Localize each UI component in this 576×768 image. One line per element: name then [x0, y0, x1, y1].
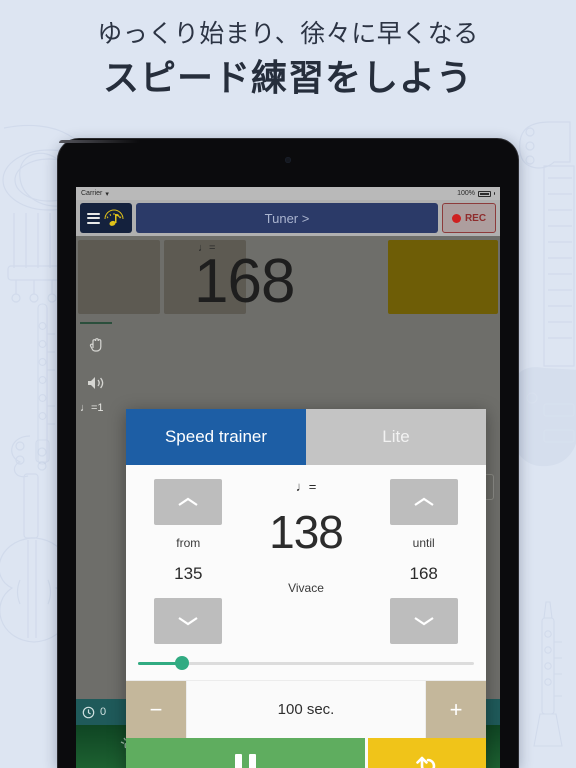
until-decrease-button[interactable]: [389, 598, 458, 644]
duration-decrease-button[interactable]: −: [126, 681, 186, 738]
promo-headline: ゆっくり始まり、徐々に早くなる スピード練習をしよう: [0, 16, 576, 102]
metronome-note-icon: [104, 209, 124, 226]
headline-line-1: ゆっくり始まり、徐々に早くなる: [97, 20, 479, 48]
ios-status-bar: Carrier ▾ 100%: [76, 187, 500, 200]
from-increase-button[interactable]: [154, 479, 223, 525]
from-label: from: [176, 536, 201, 550]
preset-tile-a[interactable]: [78, 240, 160, 314]
status-bar-left: Carrier ▾: [81, 190, 109, 198]
preset-tile-c[interactable]: [388, 240, 498, 314]
until-label: until: [412, 536, 435, 550]
status-bar-right: 100%: [457, 190, 495, 197]
device-screen: Carrier ▾ 100% Tuner > REC ♩= 168 ♩=1 0 …: [76, 187, 500, 768]
background-bpm-value: 168: [194, 247, 295, 316]
wifi-icon: ▾: [105, 190, 109, 198]
front-camera: [285, 157, 291, 163]
tempo-marking-label: Vivace: [288, 581, 324, 595]
clock-icon: [82, 706, 95, 718]
from-decrease-button[interactable]: [154, 598, 223, 644]
electric-guitar-watermark: [510, 121, 576, 467]
speaker-icon[interactable]: [76, 364, 116, 402]
carrier-label: Carrier: [81, 190, 103, 197]
current-bpm-value: 138: [269, 506, 344, 558]
from-value: 135: [174, 564, 203, 583]
chevron-up-icon: [178, 497, 198, 506]
tuner-button[interactable]: Tuner >: [136, 203, 438, 233]
chevron-up-icon: [414, 497, 434, 506]
tempo-progress-slider-wrapper: [126, 648, 486, 680]
hand-tap-icon[interactable]: [76, 326, 116, 364]
tab-speed-trainer[interactable]: Speed trainer: [126, 409, 306, 465]
tablet-device-frame: Carrier ▾ 100% Tuner > REC ♩= 168 ♩=1 0 …: [57, 138, 519, 768]
headline-line-2: スピード練習をしよう: [102, 56, 473, 98]
duration-increase-button[interactable]: +: [426, 681, 486, 738]
tempo-progress-slider[interactable]: [138, 656, 474, 670]
speed-trainer-dialog: Speed trainer Lite from 135 ♩= 138 Vivac…: [126, 409, 486, 768]
pause-icon: [235, 753, 256, 768]
clarinet-watermark: [533, 601, 563, 747]
tempo-range-steppers: from 135 ♩= 138 Vivace until 168: [126, 465, 486, 648]
battery-cap-icon: [494, 192, 495, 195]
battery-icon: [478, 190, 491, 197]
quarter-note-equals-symbol: ♩=: [295, 479, 317, 494]
device-bezel-highlight: [59, 140, 139, 143]
battery-percent-label: 100%: [457, 190, 475, 197]
record-label: REC: [464, 212, 487, 224]
record-button[interactable]: REC: [442, 203, 496, 233]
duration-row: − 100 sec. +: [126, 680, 486, 738]
background-tempo-label: ♩=1: [80, 402, 104, 414]
from-column: from 135: [136, 479, 241, 644]
playback-actions-row: [126, 738, 486, 768]
record-dot-icon: [451, 213, 461, 223]
current-tempo-column: ♩= 138 Vivace: [241, 479, 372, 644]
app-side-icon-column: ♩=1: [76, 320, 116, 414]
app-top-bar: Tuner > REC: [76, 200, 500, 236]
reset-button[interactable]: [368, 738, 486, 768]
until-value: 168: [409, 564, 438, 583]
chevron-down-icon: [178, 617, 198, 626]
dialog-tabs: Speed trainer Lite: [126, 409, 486, 465]
menu-logo-button[interactable]: [80, 203, 132, 233]
bpm-display-row: ♩= 168: [76, 236, 500, 320]
divider: [80, 322, 112, 324]
chevron-down-icon: [414, 617, 434, 626]
timer-value: 0: [100, 706, 107, 718]
reset-arrow-icon: [416, 756, 436, 768]
hamburger-icon: [87, 212, 100, 224]
duration-value[interactable]: 100 sec.: [186, 681, 426, 738]
until-column: until 168: [371, 479, 476, 644]
tab-lite[interactable]: Lite: [306, 409, 486, 465]
until-increase-button[interactable]: [389, 479, 458, 525]
pause-button[interactable]: [126, 738, 365, 768]
slider-thumb[interactable]: [174, 656, 189, 670]
